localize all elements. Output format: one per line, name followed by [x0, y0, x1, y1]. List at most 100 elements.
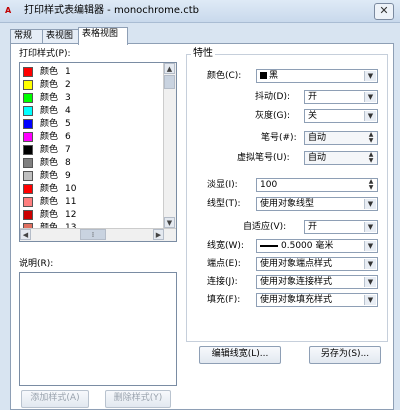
list-item[interactable]: 颜色 3	[20, 91, 162, 105]
color-swatch	[23, 67, 33, 77]
window-title: 打印样式表编辑器 - monochrome.ctb	[24, 5, 199, 16]
list-item[interactable]: 颜色 6	[20, 130, 162, 144]
adaptive-value: 开	[308, 222, 318, 232]
list-item[interactable]: 颜色 10	[20, 182, 162, 196]
save-as-button[interactable]: 另存为(S)...	[309, 346, 381, 364]
list-item[interactable]: 颜色 1	[20, 65, 162, 79]
plot-style-editor-dialog: 常规 表视图 表格视图 打印样式(P): 颜色 1 颜色 2 颜色 3 颜色 4 颜色 5 颜色 6 颜…	[4, 23, 396, 410]
list-item-number: 4	[65, 106, 71, 116]
list-horizontal-scrollbar[interactable]: ◀ ⁞ ▶	[20, 228, 176, 241]
adaptive-label: 自适应(V):	[243, 222, 287, 232]
list-item[interactable]: 颜色 7	[20, 143, 162, 157]
lineweight-sample	[260, 244, 278, 247]
hscroll-thumb[interactable]: ⁞	[80, 229, 106, 240]
list-item[interactable]: 颜色 5	[20, 117, 162, 131]
description-label: 说明(R):	[19, 259, 54, 269]
form-view-panel: 打印样式(P): 颜色 1 颜色 2 颜色 3 颜色 4 颜色 5 颜色 6 颜色 7 颜色 8 颜色 9 颜色 10…	[10, 43, 394, 410]
dither-label: 抖动(D):	[255, 92, 290, 102]
color-swatch	[23, 158, 33, 168]
chevron-down-icon: ▼	[364, 277, 376, 287]
list-item[interactable]: 颜色 9	[20, 169, 162, 183]
fill-value: 使用对象填充样式	[260, 295, 333, 305]
list-item-name: 颜色	[40, 158, 59, 168]
linetype-value: 使用对象线型	[260, 199, 315, 209]
color-swatch	[23, 184, 33, 194]
grayscale-select[interactable]: 关 ▼	[304, 109, 378, 123]
list-item-name: 颜色	[40, 145, 59, 155]
fill-select[interactable]: 使用对象填充样式 ▼	[256, 293, 378, 307]
screening-label: 淡显(I):	[207, 180, 238, 190]
description-textarea[interactable]	[19, 272, 177, 386]
spin-icon: ▲ ▼	[368, 131, 374, 144]
lineweight-select[interactable]: 0.5000 毫米 ▼	[256, 239, 378, 253]
joinstyle-label: 连接(J):	[207, 277, 238, 287]
chevron-down-icon: ▼	[364, 199, 376, 209]
pen-number-label: 笔号(#):	[261, 133, 297, 143]
dither-select[interactable]: 开 ▼	[304, 90, 378, 104]
virtual-pen-field[interactable]: 自动 ▲ ▼	[304, 151, 378, 165]
scroll-down-icon[interactable]: ▼	[164, 217, 175, 228]
lineweight-value: 0.5000 毫米	[260, 240, 333, 252]
edit-lineweights-button[interactable]: 编辑线宽(L)...	[199, 346, 281, 364]
list-item[interactable]: 颜色 12	[20, 208, 162, 222]
scroll-thumb[interactable]	[164, 75, 175, 89]
color-label: 颜色(C):	[207, 71, 242, 81]
list-vertical-scrollbar[interactable]: ▲ ▼	[163, 63, 176, 228]
properties-group-title: 特性	[191, 48, 215, 60]
list-item[interactable]: 颜色 4	[20, 104, 162, 118]
list-item-number: 8	[65, 158, 71, 168]
endstyle-value: 使用对象端点样式	[260, 259, 333, 269]
list-item-name: 颜色	[40, 93, 59, 103]
color-swatch	[23, 119, 33, 129]
tab-form-view[interactable]: 表格视图	[78, 27, 128, 45]
color-swatch	[23, 171, 33, 181]
color-swatch	[23, 145, 33, 155]
scroll-left-icon[interactable]: ◀	[20, 229, 31, 240]
chevron-down-icon: ▼	[364, 111, 376, 121]
close-button[interactable]: ✕	[374, 3, 394, 20]
adaptive-select[interactable]: 开 ▼	[304, 220, 378, 234]
list-item-name: 颜色	[40, 132, 59, 142]
joinstyle-select[interactable]: 使用对象连接样式 ▼	[256, 275, 378, 289]
scroll-right-icon[interactable]: ▶	[153, 229, 164, 240]
linetype-select[interactable]: 使用对象线型 ▼	[256, 197, 378, 211]
chevron-down-icon: ▼	[364, 71, 376, 81]
list-item-name: 颜色	[40, 119, 59, 129]
grayscale-value: 关	[308, 111, 318, 121]
scroll-up-icon[interactable]: ▲	[164, 63, 175, 74]
joinstyle-value: 使用对象连接样式	[260, 277, 333, 287]
pen-number-value: 自动	[308, 133, 327, 143]
list-item-number: 5	[65, 119, 71, 129]
color-swatch	[23, 93, 33, 103]
list-item-name: 颜色	[40, 171, 59, 181]
virtual-pen-label: 虚拟笔号(U):	[237, 153, 290, 163]
list-item-name: 颜色	[40, 80, 59, 90]
list-item-name: 颜色	[40, 106, 59, 116]
plot-styles-list[interactable]: 颜色1颜色2颜色3颜色4颜色5颜色6颜色7颜色8颜色9颜色10颜色11颜色12颜…	[19, 62, 177, 242]
tab-general[interactable]: 常规	[10, 29, 44, 44]
list-item-number: 10	[65, 184, 77, 194]
list-item-number: 1	[65, 67, 71, 77]
lineweight-label: 线宽(W):	[207, 241, 244, 251]
list-item-number: 11	[65, 197, 77, 207]
list-item[interactable]: 颜色 2	[20, 78, 162, 92]
list-item-name: 颜色	[40, 67, 59, 77]
color-select[interactable]: 黑 ▼	[256, 69, 378, 83]
fill-label: 填充(F):	[207, 295, 241, 305]
endstyle-select[interactable]: 使用对象端点样式 ▼	[256, 257, 378, 271]
add-style-button[interactable]: 添加样式(A)	[21, 390, 89, 408]
spin-icon[interactable]: ▲ ▼	[366, 179, 376, 191]
screening-field[interactable]: 100 ▲ ▼	[256, 178, 378, 192]
tab-table-view[interactable]: 表视图	[42, 29, 82, 44]
list-item[interactable]: 颜色 8	[20, 156, 162, 170]
color-value: 黑	[260, 70, 278, 82]
list-item-name: 颜色	[40, 184, 59, 194]
pen-number-field[interactable]: 自动 ▲ ▼	[304, 131, 378, 145]
linetype-label: 线型(T):	[207, 199, 241, 209]
delete-style-button[interactable]: 删除样式(Y)	[105, 390, 171, 408]
screening-value: 100	[260, 180, 278, 190]
color-swatch	[23, 106, 33, 116]
list-item[interactable]: 颜色 11	[20, 195, 162, 209]
color-swatch	[23, 132, 33, 142]
grayscale-label: 灰度(G):	[255, 111, 291, 121]
